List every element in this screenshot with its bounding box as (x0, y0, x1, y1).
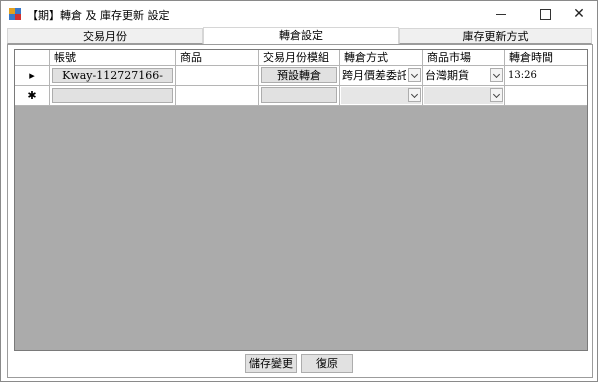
current-row-marker-icon[interactable]: ▸ (15, 66, 50, 86)
month-module-button[interactable] (261, 87, 337, 103)
title-bar: 【期】轉倉 及 庫存更新 設定 ✕ (1, 1, 597, 27)
chevron-down-icon[interactable] (408, 88, 421, 102)
market-combo[interactable]: 台灣期貨 (423, 66, 505, 86)
default-rollover-button[interactable]: 預設轉倉 (261, 67, 337, 83)
tab-strip: 交易月份 轉倉設定 庫存更新方式 (7, 27, 593, 45)
tab-rollover-settings[interactable]: 轉倉設定 (203, 27, 399, 45)
column-header-month-module[interactable]: 交易月份模組 (259, 50, 340, 66)
market-value: 台灣期貨 (425, 69, 469, 82)
account-value: Kway-112727166- (52, 68, 173, 83)
tab-panel-rollover: 帳號 商品 交易月份模組 轉倉方式 商品市場 轉倉時間 ▸ Kway-11272… (7, 44, 593, 378)
account-cell (50, 86, 176, 106)
account-value (52, 88, 173, 103)
chevron-down-icon[interactable] (408, 68, 421, 82)
month-module-cell (259, 86, 340, 106)
tab-trading-month[interactable]: 交易月份 (7, 28, 203, 44)
grid-corner-header[interactable] (15, 50, 50, 66)
rollover-time-cell[interactable]: 13:26 (505, 66, 587, 86)
close-icon[interactable]: ✕ (557, 1, 600, 27)
tab-inventory-update[interactable]: 庫存更新方式 (399, 28, 592, 44)
save-changes-button[interactable]: 儲存變更 (245, 354, 297, 373)
market-combo[interactable] (423, 86, 505, 106)
app-icon (9, 8, 21, 20)
window-title: 【期】轉倉 及 庫存更新 設定 (27, 9, 170, 22)
rollover-time-cell[interactable] (505, 86, 587, 106)
minimize-icon[interactable] (479, 1, 523, 27)
column-header-product[interactable]: 商品 (176, 50, 259, 66)
account-cell: Kway-112727166- (50, 66, 176, 86)
column-header-market[interactable]: 商品市場 (423, 50, 505, 66)
column-header-rollover-time[interactable]: 轉倉時間 (505, 50, 587, 66)
column-header-rollover-method[interactable]: 轉倉方式 (340, 50, 423, 66)
rollover-method-combo[interactable] (340, 86, 423, 106)
rollover-grid[interactable]: 帳號 商品 交易月份模組 轉倉方式 商品市場 轉倉時間 ▸ Kway-11272… (14, 49, 588, 351)
product-cell[interactable] (176, 66, 259, 86)
settings-window: 【期】轉倉 及 庫存更新 設定 ✕ 交易月份 轉倉設定 庫存更新方式 帳號 商品… (0, 0, 598, 382)
chevron-down-icon[interactable] (490, 88, 503, 102)
product-cell[interactable] (176, 86, 259, 106)
chevron-down-icon[interactable] (490, 68, 503, 82)
column-header-account[interactable]: 帳號 (50, 50, 176, 66)
revert-button[interactable]: 復原 (301, 354, 353, 373)
month-module-cell: 預設轉倉 (259, 66, 340, 86)
rollover-method-value: 跨月價差委託 (342, 69, 406, 82)
new-row-asterisk-icon[interactable]: ✱ (15, 86, 50, 106)
rollover-method-combo[interactable]: 跨月價差委託 (340, 66, 423, 86)
